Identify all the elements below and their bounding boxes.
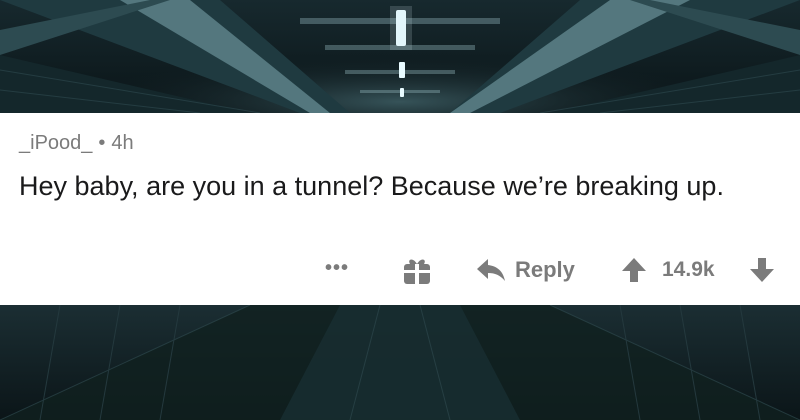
upvote-button[interactable] [620, 256, 648, 284]
reply-label: Reply [515, 257, 575, 282]
vote-score: 14.9k [662, 258, 715, 281]
comment-meta: _iPood_ • 4h [19, 132, 134, 155]
reply-arrow-icon [477, 259, 505, 281]
meta-separator: • [98, 132, 106, 154]
comment-age: 4h [111, 132, 134, 154]
comment-card: _iPood_ • 4h Hey baby, are you in a tunnel… [0, 113, 800, 305]
reply-button[interactable]: Reply [476, 255, 575, 285]
tunnel-photo-top [0, 0, 800, 113]
downvote-arrow-icon [750, 258, 774, 282]
award-button[interactable] [402, 255, 432, 285]
comment-body: Hey baby, are you in a tunnel? Because w… [19, 171, 724, 201]
username[interactable]: _iPood_ [19, 132, 92, 154]
downvote-button[interactable] [748, 256, 776, 284]
gift-icon [404, 259, 430, 284]
comment-actions: ••• Reply 14.9k [0, 253, 800, 289]
tunnel-photo-bottom [0, 305, 800, 420]
more-options-button[interactable]: ••• [325, 257, 349, 280]
upvote-arrow-icon [622, 258, 646, 282]
more-icon: ••• [325, 257, 350, 279]
